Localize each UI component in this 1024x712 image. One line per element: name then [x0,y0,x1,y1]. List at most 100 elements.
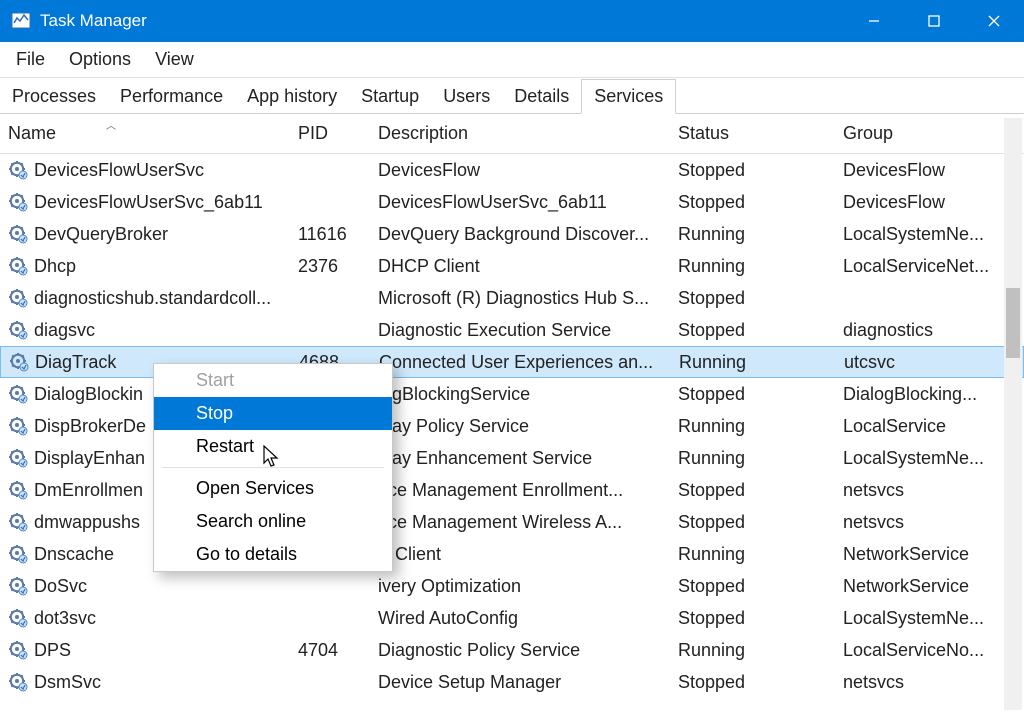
mouse-cursor-icon [263,445,281,469]
cell-desc: Device Setup Manager [370,672,670,693]
table-row[interactable]: diagnosticshub.standardcoll... Microsoft … [0,282,1024,314]
window-title: Task Manager [40,11,147,31]
table-row[interactable]: DevicesFlowUserSvc_6ab11DevicesFlowUserS… [0,186,1024,218]
cell-status: Stopped [670,160,835,181]
cell-status: Stopped [670,672,835,693]
cell-group: diagnostics [835,320,1000,341]
menu-view[interactable]: View [147,45,210,74]
cell-status: Stopped [670,576,835,597]
app-icon [10,10,32,32]
service-icon [8,672,28,692]
cell-status: Stopped [670,320,835,341]
scrollbar-thumb[interactable] [1006,288,1020,358]
cell-desc: Wired AutoConfig [370,608,670,629]
context-menu-item[interactable]: Stop [154,397,392,430]
cell-group: NetworkService [835,576,1000,597]
table-row[interactable]: DPS4704Diagnostic Policy ServiceRunningL… [0,634,1024,666]
cell-group: DialogBlocking... [835,384,1000,405]
service-icon [8,288,28,308]
cell-status: Stopped [670,192,835,213]
minimize-button[interactable] [844,0,904,42]
table-row[interactable]: DevicesFlowUserSvcDevicesFlowStoppedDevi… [0,154,1024,186]
col-name[interactable]: Name︿ [0,123,290,144]
cell-name: DsmSvc [0,672,290,693]
cell-desc: Microsoft (R) Diagnostics Hub S... [370,288,670,309]
cell-status: Running [670,640,835,661]
cell-group: netsvcs [835,480,1000,501]
cell-group: netsvcs [835,512,1000,533]
menu-options[interactable]: Options [61,45,147,74]
service-icon [8,416,28,436]
table-row[interactable]: Dhcp2376DHCP ClientRunningLocalServiceNe… [0,250,1024,282]
tab-performance[interactable]: Performance [108,80,235,113]
table-row[interactable]: DevQueryBroker11616DevQuery Background D… [0,218,1024,250]
service-icon [8,224,28,244]
cell-desc: play Enhancement Service [370,448,670,469]
cell-group: LocalSystemNe... [835,448,1000,469]
service-icon [8,608,28,628]
cell-status: Running [670,224,835,245]
table-row[interactable]: DoSvcivery OptimizationStoppedNetworkSer… [0,570,1024,602]
context-menu-item[interactable]: Open Services [154,472,392,505]
service-icon [8,480,28,500]
service-icon [8,640,28,660]
close-button[interactable] [964,0,1024,42]
cell-group: DevicesFlow [835,192,1000,213]
tab-services[interactable]: Services [581,79,676,114]
cell-name: diagsvc [0,320,290,341]
tab-processes[interactable]: Processes [0,80,108,113]
col-desc[interactable]: Description [370,123,670,144]
service-icon [8,192,28,212]
cell-status: Running [670,448,835,469]
scrollbar-track[interactable] [1004,118,1022,710]
cell-pid: 4704 [290,640,370,661]
cell-desc: rice Management Enrollment... [370,480,670,501]
column-headers: Name︿ PID Description Status Group [0,114,1024,154]
col-group[interactable]: Group [835,123,1000,144]
cell-desc: ivery Optimization [370,576,670,597]
tab-details[interactable]: Details [502,80,581,113]
maximize-button[interactable] [904,0,964,42]
cell-name: diagnosticshub.standardcoll... [0,288,290,309]
cell-desc: logBlockingService [370,384,670,405]
cell-desc: DevicesFlow [370,160,670,181]
cell-group: LocalSystemNe... [835,608,1000,629]
service-icon [9,352,29,372]
cell-status: Stopped [670,480,835,501]
cell-desc: rice Management Wireless A... [370,512,670,533]
cell-pid: 2376 [290,256,370,277]
service-icon [8,512,28,532]
context-menu-item[interactable]: Go to details [154,538,392,571]
title-bar: Task Manager [0,0,1024,42]
cell-name: Dhcp [0,256,290,277]
table-row[interactable]: dot3svcWired AutoConfigStoppedLocalSyste… [0,602,1024,634]
context-menu-item: Start [154,364,392,397]
cell-pid: 11616 [290,224,370,245]
cell-group: NetworkService [835,544,1000,565]
cell-group: LocalServiceNo... [835,640,1000,661]
cell-status: Running [670,544,835,565]
context-menu-item[interactable]: Search online [154,505,392,538]
col-status[interactable]: Status [670,123,835,144]
cell-status: Running [670,416,835,437]
service-icon [8,448,28,468]
cell-group: LocalServiceNet... [835,256,1000,277]
table-row[interactable]: DsmSvc Device Setup ManagerStoppednetsvcs [0,666,1024,698]
cell-desc: Diagnostic Policy Service [370,640,670,661]
cell-status: Stopped [670,608,835,629]
menu-file[interactable]: File [8,45,61,74]
cell-group: netsvcs [835,672,1000,693]
tab-bar: Processes Performance App history Startu… [0,78,1024,114]
window-controls [844,0,1024,42]
cell-desc: DHCP Client [370,256,670,277]
service-icon [8,576,28,596]
table-row[interactable]: diagsvc Diagnostic Execution ServiceStopp… [0,314,1024,346]
tab-users[interactable]: Users [431,80,502,113]
col-pid[interactable]: PID [290,123,370,144]
cell-status: Running [670,256,835,277]
cell-group: utcsvc [836,352,1001,373]
tab-app-history[interactable]: App history [235,80,349,113]
tab-startup[interactable]: Startup [349,80,431,113]
cell-desc: Diagnostic Execution Service [370,320,670,341]
cell-name: DevQueryBroker [0,224,290,245]
